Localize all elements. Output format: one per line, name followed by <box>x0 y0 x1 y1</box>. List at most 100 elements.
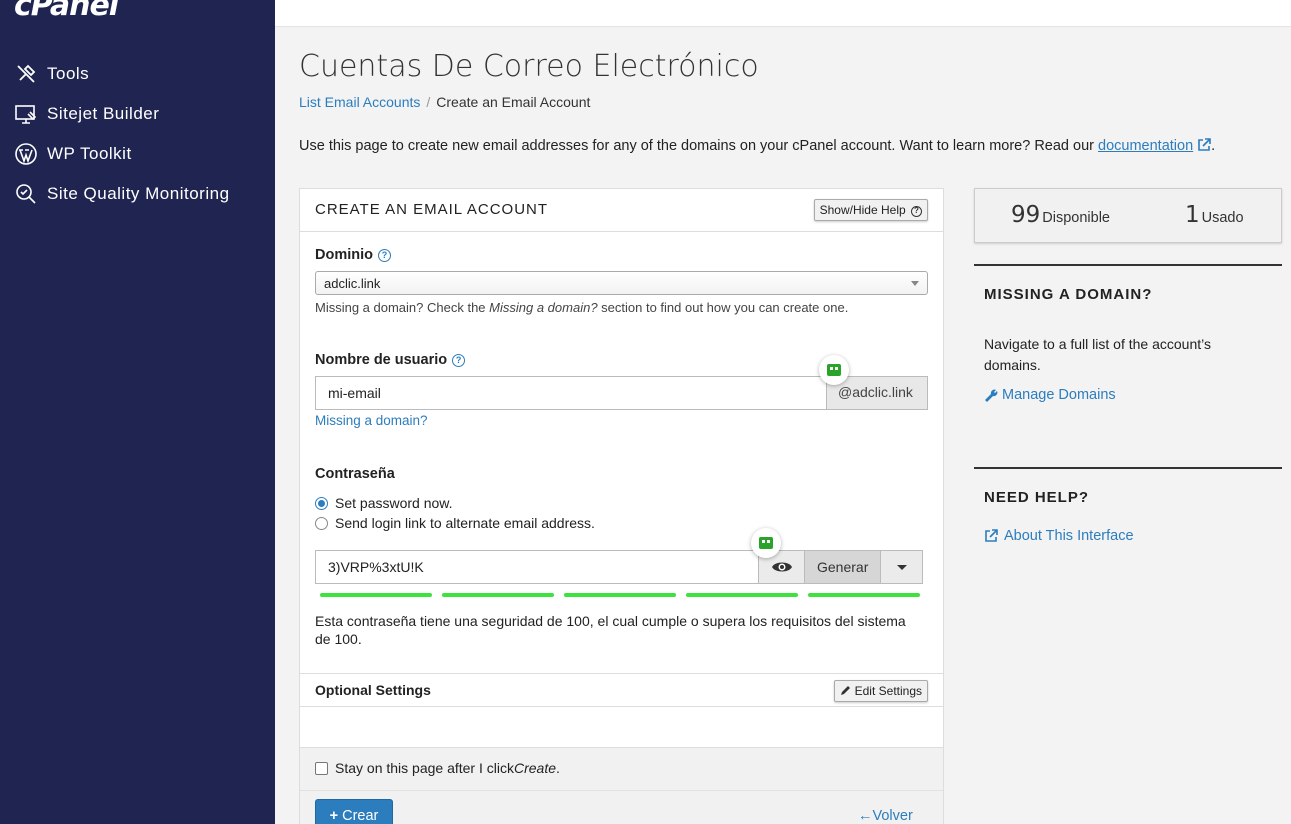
stay-on-page-checkbox[interactable] <box>315 761 328 775</box>
sidebar-item-tools[interactable]: Tools <box>14 59 89 89</box>
password-strength-meter <box>320 593 920 597</box>
sidebar: cPanel Tools Sitejet Builder WP Toolkit … <box>0 0 275 824</box>
breadcrumb-parent-link[interactable]: List Email Accounts <box>299 94 420 110</box>
manage-domains-link[interactable]: Manage Domains <box>984 387 1116 403</box>
wordpress-icon <box>15 143 37 165</box>
manage-domains-label: Manage Domains <box>1002 387 1116 403</box>
sidebar-item-label: WP Toolkit <box>47 144 132 163</box>
about-interface-link[interactable]: About This Interface <box>984 528 1134 544</box>
create-label: Crear <box>342 808 379 824</box>
site-quality-icon <box>16 184 36 204</box>
stay-post: . <box>556 760 560 776</box>
intro-text-body: Use this page to create new email addres… <box>299 138 1099 154</box>
top-bar <box>275 0 1291 27</box>
optional-settings-title: Optional Settings <box>315 682 431 698</box>
back-link[interactable]: ←Volver <box>858 808 913 824</box>
panel-header: CREATE AN EMAIL ACCOUNT Show/Hide Help ? <box>300 189 943 232</box>
strength-segment <box>442 593 554 597</box>
caret-down-icon <box>896 564 907 570</box>
username-help-icon[interactable]: ? <box>452 354 466 367</box>
question-icon: ? <box>911 206 922 217</box>
radio-send-login-link[interactable]: Send login link to alternate email addre… <box>315 515 595 531</box>
missing-domain-link[interactable]: Missing a domain? <box>315 413 428 428</box>
need-help-heading: NEED HELP? <box>984 489 1090 506</box>
domain-help-text: Missing a domain? Check the Missing a do… <box>315 300 848 315</box>
cpanel-logo[interactable]: cPanel <box>14 0 119 23</box>
tools-icon <box>17 64 36 83</box>
username-label-text: Nombre de usuario <box>315 352 448 368</box>
radio-set-now-label: Set password now. <box>335 495 453 511</box>
stat-available: 99 Disponible <box>1011 202 1110 228</box>
radio-send-link-label: Send login link to alternate email addre… <box>335 515 595 531</box>
need-help-section: NEED HELP? About This Interface <box>974 467 1282 567</box>
strength-segment <box>564 593 676 597</box>
stay-on-page-checkbox-row[interactable]: Stay on this page after I click Create. <box>315 760 560 776</box>
username-input[interactable]: mi-email <box>315 376 827 410</box>
pencil-icon <box>841 686 851 695</box>
used-count: 1 <box>1185 202 1200 228</box>
domain-help-post: section to find out how you can create o… <box>597 300 849 315</box>
intro-text: Use this page to create new email addres… <box>299 138 1215 154</box>
sidebar-item-label: Tools <box>47 64 90 83</box>
edit-settings-button[interactable]: Edit Settings <box>834 680 928 702</box>
radio-set-password-now[interactable]: Set password now. <box>315 495 453 511</box>
page-title: Cuentas De Correo Electrónico <box>299 49 759 84</box>
optional-settings-row: Optional Settings Edit Settings <box>300 673 943 707</box>
missing-domain-section: MISSING A DOMAIN? Navigate to a full lis… <box>974 264 1282 424</box>
password-label: Contraseña <box>315 466 395 482</box>
form-footer: Stay on this page after I click Create. … <box>300 747 943 824</box>
available-label: Disponible <box>1042 210 1110 226</box>
stay-em: Create <box>513 760 557 776</box>
sidebar-item-sitejet-builder[interactable]: Sitejet Builder <box>14 99 159 129</box>
password-strength-text: Esta contraseña tiene una seguridad de 1… <box>315 613 906 647</box>
documentation-link[interactable]: documentation <box>1098 138 1193 154</box>
back-label: Volver <box>872 808 913 824</box>
domain-help-em: Missing a domain? <box>489 300 598 315</box>
breadcrumb: List Email Accounts / Create an Email Acco… <box>299 94 590 110</box>
domain-help-icon[interactable]: ? <box>378 249 391 262</box>
strength-segment <box>320 593 432 597</box>
password-input[interactable]: 3)VRP%3xtU!K <box>315 550 759 584</box>
stat-used: 1 Usado <box>1185 202 1244 228</box>
external-link-icon <box>985 529 998 542</box>
intro-end: . <box>1211 138 1216 154</box>
missing-domain-heading: MISSING A DOMAIN? <box>984 286 1153 303</box>
available-count: 99 <box>1011 202 1041 228</box>
wrench-icon <box>985 389 998 402</box>
domain-help-pre: Missing a domain? Check the <box>315 300 490 315</box>
create-button[interactable]: + Crear <box>315 799 393 824</box>
generate-options-dropdown[interactable] <box>881 550 924 584</box>
sidebar-item-label: Sitejet Builder <box>47 104 160 123</box>
domain-label: Dominio? <box>315 247 391 263</box>
chevron-down-icon <box>911 281 919 286</box>
sidebar-item-site-quality-monitoring[interactable]: Site Quality Monitoring <box>14 179 230 209</box>
domain-select[interactable]: adclic.link <box>315 271 928 295</box>
radio-button[interactable] <box>315 516 328 530</box>
show-hide-help-button[interactable]: Show/Hide Help ? <box>813 199 928 221</box>
missing-domain-text: Navigate to a full list of the account’s… <box>984 336 1211 373</box>
password-manager-icon[interactable] <box>819 355 849 385</box>
strength-segment <box>686 593 798 597</box>
domain-label-text: Dominio <box>315 247 373 263</box>
generate-password-button[interactable]: Generar <box>805 550 882 584</box>
sidebar-item-wp-toolkit[interactable]: WP Toolkit <box>14 139 132 169</box>
main-content: Cuentas De Correo Electrónico List Email… <box>275 27 1291 824</box>
plus-icon: + <box>329 808 339 824</box>
stay-pre: Stay on this page after I click <box>335 760 514 776</box>
username-label: Nombre de usuario? <box>315 352 466 368</box>
radio-button-checked[interactable] <box>315 496 328 510</box>
edit-settings-label: Edit Settings <box>854 684 922 698</box>
breadcrumb-separator: / <box>426 94 431 110</box>
external-link-icon <box>1198 138 1211 151</box>
password-manager-icon[interactable] <box>751 528 781 558</box>
domain-select-value: adclic.link <box>324 276 381 291</box>
sitejet-icon <box>15 105 37 124</box>
strength-segment <box>808 593 920 597</box>
footer-divider <box>300 790 943 791</box>
about-interface-label: About This Interface <box>1004 528 1134 544</box>
sidebar-item-label: Site Quality Monitoring <box>47 184 230 203</box>
breadcrumb-current: Create an Email Account <box>436 94 591 110</box>
arrow-left-icon: ← <box>858 808 873 824</box>
panel-title: CREATE AN EMAIL ACCOUNT <box>315 201 549 218</box>
used-label: Usado <box>1201 210 1244 226</box>
